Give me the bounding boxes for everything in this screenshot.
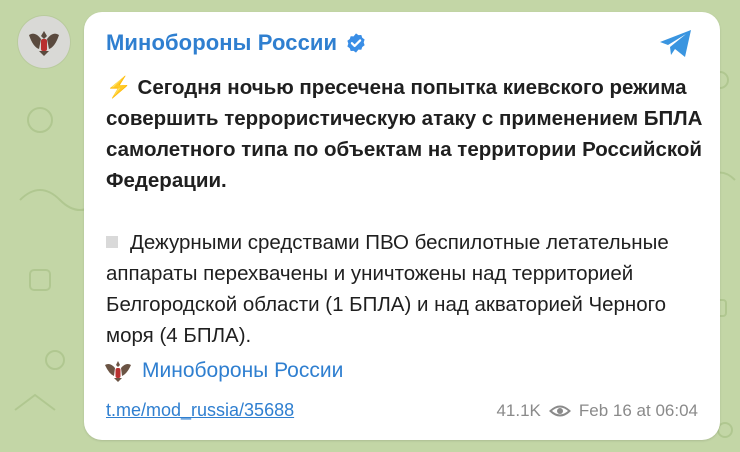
view-count: 41.1K (496, 400, 541, 420)
message-header: Минобороны России (106, 30, 367, 56)
post-paragraph-1: ⚡ Сегодня ночью пресечена попытка киевско… (106, 72, 706, 196)
paper-plane-icon[interactable] (658, 28, 694, 60)
post-paragraph-2-text: Дежурными средствами ПВО беспилотные лет… (106, 231, 669, 347)
channel-name[interactable]: Минобороны России (106, 30, 337, 56)
eagle-emblem-icon (105, 361, 131, 382)
message-footer: t.me/mod_russia/35688 41.1K Feb 16 at 06… (106, 400, 698, 421)
post-paragraph-1-text: Сегодня ночью пресечена попытка киевског… (106, 76, 703, 192)
message-meta: 41.1K Feb 16 at 06:04 (496, 401, 698, 421)
forwarded-signature[interactable]: Минобороны России (104, 359, 343, 383)
channel-avatar[interactable] (18, 16, 70, 68)
post-paragraph-2: Дежурными средствами ПВО беспилотные лет… (106, 227, 706, 351)
lightning-icon: ⚡ (106, 76, 132, 99)
square-bullet-icon (106, 236, 118, 248)
post-link[interactable]: t.me/mod_russia/35688 (106, 400, 294, 421)
eye-icon (548, 405, 571, 416)
double-headed-eagle-icon (29, 31, 59, 56)
verified-badge-icon (347, 33, 365, 53)
forward-channel-name[interactable]: Минобороны России (142, 359, 343, 383)
post-date: Feb 16 at 06:04 (578, 400, 698, 420)
message-card[interactable]: Минобороны России ⚡ Сегодня ночью пресече… (84, 12, 720, 440)
message-text: ⚡ Сегодня ночью пресечена попытка киевско… (106, 72, 706, 351)
